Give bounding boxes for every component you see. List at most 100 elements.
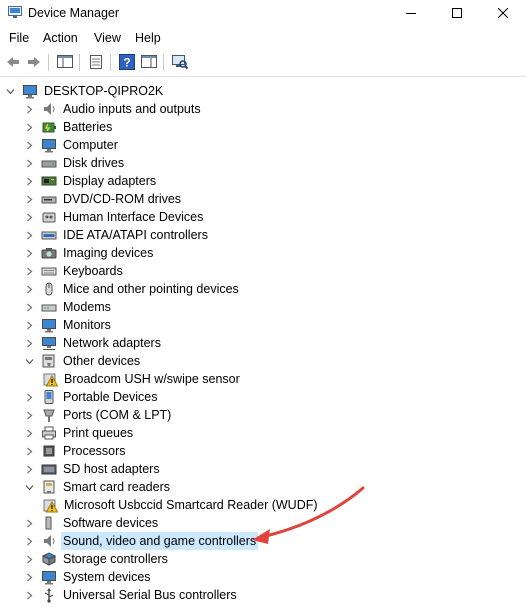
tree-category[interactable]: Print queues xyxy=(23,424,135,442)
tree-root[interactable]: DESKTOP-QIPRO2K xyxy=(4,82,165,100)
chevron-down-icon[interactable] xyxy=(23,352,35,370)
tree-item-label: IDE ATA/ATAPI controllers xyxy=(63,228,208,242)
mouse-icon xyxy=(41,281,57,297)
chevron-right-icon[interactable] xyxy=(23,442,35,460)
chevron-right-icon[interactable] xyxy=(23,406,35,424)
chevron-right-icon[interactable] xyxy=(23,568,35,586)
action-pane-icon[interactable] xyxy=(141,54,157,70)
tree-category[interactable]: SD host adapters xyxy=(23,460,162,478)
help-icon[interactable]: ? xyxy=(119,54,135,70)
minimize-button[interactable] xyxy=(388,0,434,26)
monitor-icon xyxy=(41,317,57,333)
chevron-right-icon[interactable] xyxy=(23,118,35,136)
speaker-icon xyxy=(41,533,57,549)
tree-category[interactable]: Sound, video and game controllers xyxy=(23,532,259,550)
chevron-right-icon[interactable] xyxy=(23,136,35,154)
keyboard-icon xyxy=(41,263,57,279)
tree-category[interactable]: Human Interface Devices xyxy=(23,208,205,226)
tree-category[interactable]: System devices xyxy=(23,568,153,586)
tree-item-label: Portable Devices xyxy=(63,390,158,404)
chevron-right-icon[interactable] xyxy=(23,100,35,118)
close-button[interactable] xyxy=(480,0,526,26)
tree-item-label: DVD/CD-ROM drives xyxy=(63,192,182,206)
tree-category[interactable]: Modems xyxy=(23,298,113,316)
tree-category[interactable]: Processors xyxy=(23,442,128,460)
chevron-right-icon[interactable] xyxy=(23,190,35,208)
properties-icon[interactable] xyxy=(88,54,104,70)
tree-category[interactable]: Smart card readers xyxy=(23,478,172,496)
tree-category[interactable]: Portable Devices xyxy=(23,388,160,406)
tree-category[interactable]: Imaging devices xyxy=(23,244,155,262)
tree-item-label: Ports (COM & LPT) xyxy=(63,408,172,422)
tree-category[interactable]: Network adapters xyxy=(23,334,163,352)
tree-item-label: Universal Serial Bus controllers xyxy=(63,588,237,602)
other-devices-icon xyxy=(41,353,57,369)
tree-category[interactable]: DVD/CD-ROM drives xyxy=(23,190,183,208)
processor-icon xyxy=(41,443,57,459)
chevron-right-icon[interactable] xyxy=(23,334,35,352)
tree-category[interactable]: Batteries xyxy=(23,118,114,136)
chevron-right-icon[interactable] xyxy=(23,586,35,604)
hid-icon xyxy=(41,209,57,225)
toolbar-separator xyxy=(48,54,49,71)
toolbar-separator xyxy=(110,54,111,71)
maximize-button[interactable] xyxy=(434,0,480,26)
tree-category[interactable]: Storage controllers xyxy=(23,550,170,568)
tree-category[interactable]: Display adapters xyxy=(23,172,158,190)
chevron-right-icon[interactable] xyxy=(23,298,35,316)
tree-category[interactable]: Keyboards xyxy=(23,262,125,280)
tree-category[interactable]: Monitors xyxy=(23,316,113,334)
device-manager-icon xyxy=(8,6,22,18)
tree-category[interactable]: Audio inputs and outputs xyxy=(23,100,203,118)
toolbar-separator xyxy=(163,54,164,71)
camera-icon xyxy=(41,245,57,261)
menu-view[interactable]: View xyxy=(94,31,121,45)
chevron-right-icon[interactable] xyxy=(23,550,35,568)
tree-item-label: System devices xyxy=(63,570,151,584)
chevron-right-icon[interactable] xyxy=(23,460,35,478)
chevron-right-icon[interactable] xyxy=(23,316,35,334)
back-icon[interactable] xyxy=(5,54,21,70)
tree-child-item[interactable]: Broadcom USH w/swipe sensor xyxy=(42,370,242,388)
chevron-right-icon[interactable] xyxy=(23,262,35,280)
forward-icon[interactable] xyxy=(26,54,42,70)
tree-category[interactable]: Universal Serial Bus controllers xyxy=(23,586,239,604)
tree-item-label: Smart card readers xyxy=(63,480,170,494)
printer-icon xyxy=(41,425,57,441)
chevron-right-icon[interactable] xyxy=(23,226,35,244)
chevron-down-icon[interactable] xyxy=(4,82,16,100)
chevron-right-icon[interactable] xyxy=(23,208,35,226)
chevron-right-icon[interactable] xyxy=(23,172,35,190)
tree-category[interactable]: Computer xyxy=(23,136,120,154)
chevron-right-icon[interactable] xyxy=(23,514,35,532)
chevron-right-icon[interactable] xyxy=(23,424,35,442)
battery-icon xyxy=(41,119,57,135)
menu-file[interactable]: File xyxy=(9,31,29,45)
tree-item-label: Software devices xyxy=(63,516,159,530)
chevron-right-icon[interactable] xyxy=(23,532,35,550)
chevron-right-icon[interactable] xyxy=(23,154,35,172)
chevron-right-icon[interactable] xyxy=(23,388,35,406)
menu-help[interactable]: Help xyxy=(135,31,161,45)
menu-action[interactable]: Action xyxy=(43,31,78,45)
toolbar-separator xyxy=(79,54,80,71)
tree-item-label: Print queues xyxy=(63,426,134,440)
tree-category[interactable]: Other devices xyxy=(23,352,142,370)
dvd-icon xyxy=(41,191,57,207)
warning-icon xyxy=(42,497,58,513)
chevron-right-icon[interactable] xyxy=(23,244,35,262)
tree-category[interactable]: IDE ATA/ATAPI controllers xyxy=(23,226,210,244)
tree-category[interactable]: Mice and other pointing devices xyxy=(23,280,241,298)
toolbar-divider xyxy=(0,76,526,77)
chevron-right-icon[interactable] xyxy=(23,280,35,298)
tree-category[interactable]: Disk drives xyxy=(23,154,126,172)
scan-hardware-icon[interactable] xyxy=(172,54,188,70)
tree-category[interactable]: Software devices xyxy=(23,514,160,532)
show-hide-console-tree-icon[interactable] xyxy=(57,54,73,70)
chevron-down-icon[interactable] xyxy=(23,478,35,496)
portable-icon xyxy=(41,389,57,405)
tree-category[interactable]: Ports (COM & LPT) xyxy=(23,406,173,424)
tree-item-label: Modems xyxy=(63,300,111,314)
speaker-icon xyxy=(41,101,57,117)
tree-item-label: Computer xyxy=(63,138,118,152)
